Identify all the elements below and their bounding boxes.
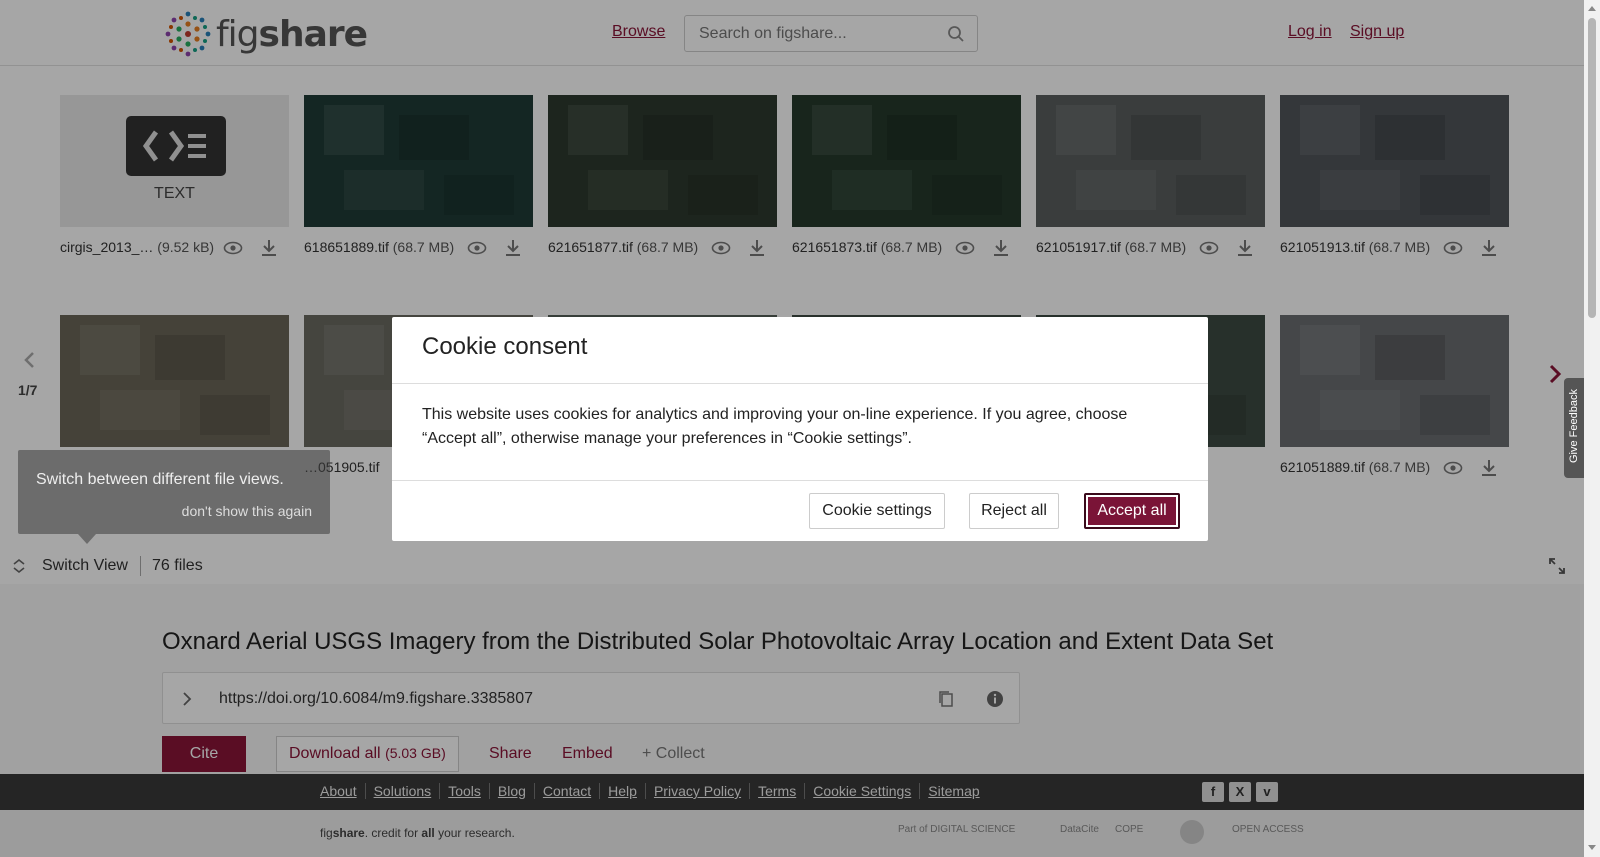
accept-all-button[interactable]: Accept all	[1084, 493, 1180, 529]
cookie-consent-body: This website uses cookies for analytics …	[422, 406, 1128, 447]
give-feedback-label: Give Feedback	[1568, 389, 1580, 463]
cookie-consent-title: Cookie consent	[422, 333, 588, 360]
reject-all-button[interactable]: Reject all	[969, 493, 1059, 529]
scroll-down-arrow[interactable]	[1588, 845, 1596, 850]
divider	[392, 383, 1208, 384]
tooltip-arrow	[78, 534, 96, 544]
give-feedback-tab[interactable]: Give Feedback	[1564, 378, 1584, 478]
scrollbar[interactable]	[1584, 0, 1600, 857]
switch-view-tooltip: Switch between different file views. don…	[18, 450, 330, 544]
cookie-settings-button[interactable]: Cookie settings	[809, 493, 945, 529]
scroll-up-arrow[interactable]	[1588, 6, 1596, 11]
tooltip-text: Switch between different file views.	[36, 471, 284, 488]
cookie-consent-dialog: Cookie consent This website uses cookies…	[392, 317, 1208, 541]
scroll-thumb[interactable]	[1588, 18, 1596, 318]
divider	[392, 480, 1208, 481]
dont-show-again-link[interactable]: don't show this again	[182, 503, 312, 519]
